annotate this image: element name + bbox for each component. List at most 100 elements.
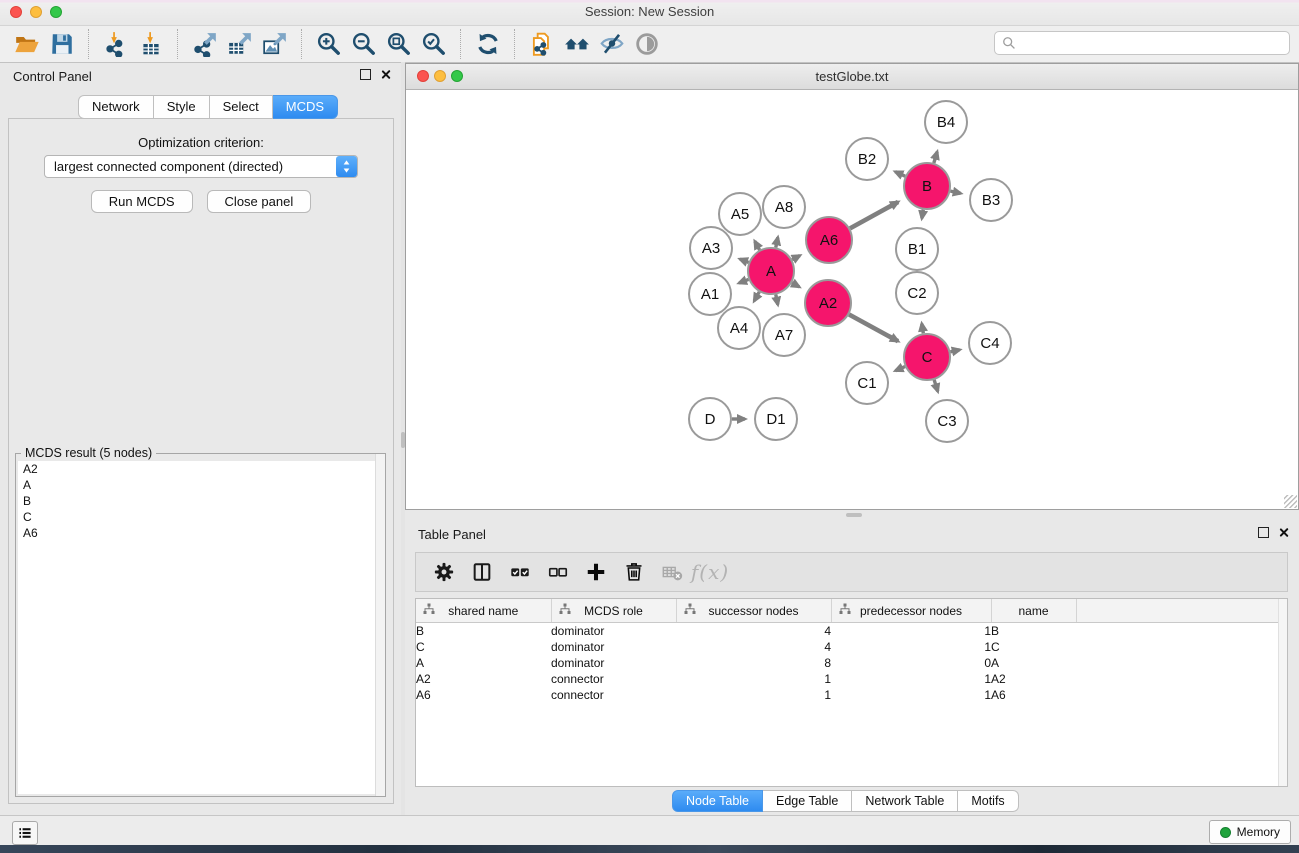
table-cell[interactable]: 0 bbox=[831, 655, 991, 671]
save-session-icon[interactable] bbox=[48, 31, 75, 58]
graph-edge-A6-B[interactable] bbox=[850, 202, 898, 228]
table-cell[interactable]: A2 bbox=[991, 671, 1076, 687]
zoom-fit-icon[interactable] bbox=[385, 31, 412, 58]
close-panel-button[interactable]: Close panel bbox=[207, 190, 312, 213]
criterion-select[interactable]: largest connected component (directed) bbox=[44, 155, 358, 178]
graph-node-C1[interactable]: C1 bbox=[846, 362, 888, 404]
first-neighbors-icon[interactable] bbox=[563, 31, 590, 58]
graph-edge-A2-C[interactable] bbox=[849, 314, 898, 341]
column-header-name[interactable]: name bbox=[991, 599, 1076, 623]
tab-style[interactable]: Style bbox=[154, 95, 210, 119]
table-cell[interactable]: dominator bbox=[551, 655, 676, 671]
import-network-icon[interactable] bbox=[102, 31, 129, 58]
graph-node-A5[interactable]: A5 bbox=[719, 193, 761, 235]
graph-edge-A-A7[interactable] bbox=[776, 295, 778, 305]
table-cell[interactable]: A bbox=[991, 655, 1076, 671]
tab-mcds[interactable]: MCDS bbox=[273, 95, 338, 119]
graph-node-A2[interactable]: A2 bbox=[805, 280, 851, 326]
tab-network-table[interactable]: Network Table bbox=[852, 790, 958, 812]
graph-node-B3[interactable]: B3 bbox=[970, 179, 1012, 221]
table-row[interactable]: A6connector11A6 bbox=[416, 687, 1280, 703]
graph-node-A8[interactable]: A8 bbox=[763, 186, 805, 228]
column-header-predecessor-nodes[interactable]: predecessor nodes bbox=[831, 599, 991, 623]
hide-columns-icon[interactable] bbox=[546, 560, 570, 584]
result-scrollbar[interactable] bbox=[375, 454, 385, 796]
show-columns-icon[interactable] bbox=[508, 560, 532, 584]
tab-edge-table[interactable]: Edge Table bbox=[763, 790, 852, 812]
export-image-icon[interactable] bbox=[261, 31, 288, 58]
export-network-icon[interactable] bbox=[191, 31, 218, 58]
search-field[interactable] bbox=[994, 31, 1290, 55]
mcds-result-item[interactable]: A bbox=[18, 477, 383, 493]
table-cell[interactable]: A bbox=[416, 655, 551, 671]
graph-node-C[interactable]: C bbox=[904, 334, 950, 380]
column-header-shared-name[interactable]: shared name bbox=[416, 599, 551, 623]
graph-node-B[interactable]: B bbox=[904, 163, 950, 209]
graph-edge-A-A4[interactable] bbox=[754, 292, 759, 301]
table-cell[interactable]: C bbox=[416, 639, 551, 655]
graph-edge-C-C3[interactable] bbox=[934, 380, 938, 392]
mcds-result-item[interactable]: B bbox=[18, 493, 383, 509]
table-cell[interactable]: connector bbox=[551, 671, 676, 687]
export-table-icon[interactable] bbox=[226, 31, 253, 58]
table-cell[interactable]: 1 bbox=[676, 687, 831, 703]
graph-node-B1[interactable]: B1 bbox=[896, 228, 938, 270]
attribute-table[interactable]: shared nameMCDS rolesuccessor nodesprede… bbox=[416, 599, 1281, 703]
graph-edge-A-A2[interactable] bbox=[792, 283, 799, 287]
open-file-icon[interactable] bbox=[13, 31, 40, 58]
close-panel-icon[interactable] bbox=[1278, 527, 1289, 538]
table-cell[interactable]: C bbox=[991, 639, 1076, 655]
network-window-titlebar[interactable]: testGlobe.txt bbox=[406, 64, 1298, 90]
table-row[interactable]: Bdominator41B bbox=[416, 623, 1280, 640]
table-cell[interactable]: 4 bbox=[676, 639, 831, 655]
table-cell[interactable]: 1 bbox=[831, 639, 991, 655]
network-graph[interactable]: B4B2BB3A5A8A6B1A3AA1C2A2A4A7CC4C1C3DD1 bbox=[406, 90, 1298, 509]
clone-network-icon[interactable] bbox=[528, 31, 555, 58]
table-cell[interactable]: 1 bbox=[831, 623, 991, 640]
table-row[interactable]: Adominator80A bbox=[416, 655, 1280, 671]
graph-edge-A-A1[interactable] bbox=[739, 279, 749, 283]
graph-node-A[interactable]: A bbox=[748, 248, 794, 294]
column-header-successor-nodes[interactable]: successor nodes bbox=[676, 599, 831, 623]
graph-edge-A-A3[interactable] bbox=[740, 259, 749, 262]
graph-edge-C-C1[interactable] bbox=[895, 367, 905, 371]
table-cell[interactable]: connector bbox=[551, 687, 676, 703]
task-history-button[interactable] bbox=[12, 821, 38, 845]
table-cell[interactable]: dominator bbox=[551, 639, 676, 655]
mcds-result-item[interactable]: A6 bbox=[18, 525, 383, 541]
memory-button[interactable]: Memory bbox=[1209, 820, 1291, 844]
graph-edge-B-B3[interactable] bbox=[950, 191, 960, 193]
table-cell[interactable]: A2 bbox=[416, 671, 551, 687]
table-row[interactable]: A2connector11A2 bbox=[416, 671, 1280, 687]
delete-column-icon[interactable] bbox=[622, 560, 646, 584]
float-panel-icon[interactable] bbox=[1258, 527, 1269, 538]
graph-edge-A-A5[interactable] bbox=[755, 241, 760, 250]
graph-node-A3[interactable]: A3 bbox=[690, 227, 732, 269]
table-cell[interactable]: 1 bbox=[676, 671, 831, 687]
table-cell[interactable]: 4 bbox=[676, 623, 831, 640]
close-panel-icon[interactable] bbox=[380, 69, 391, 80]
graph-edge-C-C4[interactable] bbox=[950, 350, 959, 352]
splitter-grip[interactable] bbox=[846, 513, 862, 517]
gear-icon[interactable] bbox=[432, 560, 456, 584]
graph-node-C3[interactable]: C3 bbox=[926, 400, 968, 442]
table-cell[interactable]: dominator bbox=[551, 623, 676, 640]
zoom-out-icon[interactable] bbox=[350, 31, 377, 58]
import-table-icon[interactable] bbox=[137, 31, 164, 58]
window-resize-grip[interactable] bbox=[1284, 495, 1297, 508]
graph-edge-A-A8[interactable] bbox=[776, 237, 778, 247]
table-cell[interactable]: B bbox=[416, 623, 551, 640]
tab-network[interactable]: Network bbox=[78, 95, 154, 119]
graph-edge-B-B2[interactable] bbox=[895, 172, 905, 176]
table-cell[interactable]: A6 bbox=[991, 687, 1076, 703]
graph-node-B2[interactable]: B2 bbox=[846, 138, 888, 180]
graph-edge-B-B4[interactable] bbox=[934, 152, 937, 163]
split-columns-icon[interactable] bbox=[470, 560, 494, 584]
graph-node-C4[interactable]: C4 bbox=[969, 322, 1011, 364]
table-cell[interactable]: 8 bbox=[676, 655, 831, 671]
graph-node-A4[interactable]: A4 bbox=[718, 307, 760, 349]
table-cell[interactable]: 1 bbox=[831, 671, 991, 687]
graph-node-D1[interactable]: D1 bbox=[755, 398, 797, 440]
refresh-icon[interactable] bbox=[474, 31, 501, 58]
add-column-icon[interactable] bbox=[584, 560, 608, 584]
